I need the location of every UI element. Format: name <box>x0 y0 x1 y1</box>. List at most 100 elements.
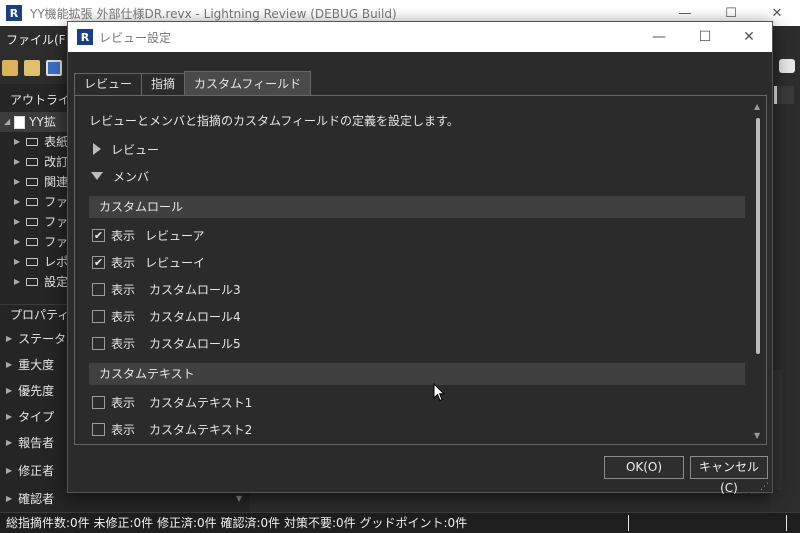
show-checkbox[interactable] <box>92 309 105 323</box>
comment-icon[interactable] <box>779 59 795 73</box>
expand-triangle-icon[interactable]: ▶ <box>6 460 12 482</box>
expand-triangle-icon[interactable]: ▶ <box>14 152 20 172</box>
check-icon: ✔ <box>93 228 104 242</box>
resize-grip-icon[interactable]: ⋰ <box>760 482 770 492</box>
tree-item[interactable]: ▶ ファ <box>14 192 68 212</box>
tree-item[interactable]: ▶ 表紙 <box>14 132 68 152</box>
page-icon <box>26 178 39 186</box>
show-label: 表示 <box>111 422 136 437</box>
tree-item-label: 表紙 <box>44 135 69 149</box>
dialog-titlebar: R レビュー設定 — ☐ ✕ <box>68 22 772 52</box>
expand-triangle-icon[interactable]: ▶ <box>6 432 12 454</box>
expander-members[interactable]: メンバ <box>91 166 149 186</box>
expand-triangle-icon[interactable]: ▶ <box>14 132 20 152</box>
show-label: 表示 <box>111 336 136 351</box>
dialog-close-button[interactable]: ✕ <box>726 22 772 52</box>
expand-triangle-icon[interactable]: ▶ <box>6 380 12 402</box>
custom-text-row[interactable]: 表示 カスタムテキスト1 <box>92 392 252 412</box>
property-item[interactable]: ▶ タイプ <box>6 406 54 428</box>
section-custom-text: カスタムテキスト <box>89 363 745 385</box>
save-icon[interactable] <box>46 60 62 76</box>
tree-item[interactable]: ▶ ファ <box>14 232 68 252</box>
expand-triangle-icon[interactable]: ▶ <box>6 328 12 350</box>
expand-triangle-icon[interactable]: ▶ <box>6 354 12 376</box>
property-item[interactable]: ▶ 報告者 <box>6 432 54 454</box>
status-bar: 総指摘件数:0件 未修正:0件 修正済:0件 確認済:0件 対策不要:0件 グッ… <box>0 512 800 533</box>
show-checkbox[interactable] <box>92 422 105 436</box>
page-icon <box>26 238 39 246</box>
cancel-button[interactable]: キャンセル(C) <box>690 456 768 495</box>
custom-role-row[interactable]: ✔ 表示 レビューア <box>92 225 205 245</box>
expand-triangle-icon[interactable]: ▶ <box>14 192 20 212</box>
tab-issues[interactable]: 指摘 <box>141 73 186 95</box>
scroll-down-icon[interactable]: ▼ <box>236 494 242 503</box>
dialog-logo-icon: R <box>77 29 93 45</box>
expand-triangle-icon[interactable]: ▶ <box>14 272 20 292</box>
new-document-icon[interactable] <box>2 60 18 76</box>
dialog-minimize-button[interactable]: — <box>636 22 682 52</box>
section-custom-roles: カスタムロール <box>89 196 745 218</box>
tree-item-label: レポ <box>44 255 69 269</box>
collapsed-triangle-icon[interactable] <box>93 143 101 155</box>
vertical-scrollbar[interactable]: ▲ ▼ <box>752 102 764 440</box>
tree-item[interactable]: ▶ 改訂 <box>14 152 68 172</box>
app-logo-icon: R <box>6 5 22 21</box>
property-label: 確認者 <box>18 492 55 506</box>
expanded-triangle-icon[interactable] <box>91 172 103 180</box>
page-icon <box>26 278 39 286</box>
right-scroll-track[interactable] <box>772 370 782 490</box>
show-checkbox[interactable] <box>92 336 105 350</box>
expand-triangle-icon[interactable]: ▶ <box>14 232 20 252</box>
show-label: 表示 <box>111 228 136 243</box>
text-field-name: カスタムテキスト1 <box>149 395 253 410</box>
property-label: 重大度 <box>18 358 55 372</box>
scroll-up-icon[interactable]: ▲ <box>754 102 760 111</box>
custom-role-row[interactable]: 表示 カスタムロール5 <box>92 333 241 353</box>
custom-text-row[interactable]: 表示 カスタムテキスト2 <box>92 419 252 439</box>
open-folder-icon[interactable] <box>24 60 40 76</box>
show-checkbox[interactable]: ✔ <box>92 255 105 269</box>
tab-review[interactable]: レビュー <box>74 73 143 95</box>
role-name: カスタムロール4 <box>149 309 241 324</box>
page-icon <box>26 258 39 266</box>
expand-triangle-icon[interactable]: ▶ <box>6 488 12 510</box>
expand-triangle-icon[interactable]: ▶ <box>14 212 20 232</box>
ok-button[interactable]: OK(O) <box>604 456 684 479</box>
scroll-down-icon[interactable]: ▼ <box>754 431 760 440</box>
property-item[interactable]: ▶ 重大度 <box>6 354 54 376</box>
tree-item[interactable]: ▶ 設定 <box>14 272 68 292</box>
show-label: 表示 <box>111 255 136 270</box>
review-settings-dialog: R レビュー設定 — ☐ ✕ レビュー 指摘 カスタムフィールド レビューとメン… <box>67 21 773 495</box>
tree-item-label: ファ <box>44 235 69 249</box>
tab-custom-fields[interactable]: カスタムフィールド <box>184 71 312 95</box>
property-item[interactable]: ▶ 確認者 <box>6 488 54 510</box>
expand-triangle-icon[interactable]: ▶ <box>14 172 20 192</box>
custom-role-row[interactable]: 表示 カスタムロール3 <box>92 279 241 299</box>
status-separator <box>628 515 629 531</box>
menu-file[interactable]: ファイル(F) <box>0 31 76 48</box>
property-item[interactable]: ▶ 優先度 <box>6 380 54 402</box>
scroll-thumb[interactable] <box>756 118 760 354</box>
role-name: レビューイ <box>145 255 206 270</box>
tree-item[interactable]: ▶ ファ <box>14 212 68 232</box>
tree-item[interactable]: ▶ 関連 <box>14 172 68 192</box>
role-name: カスタムロール5 <box>149 336 241 351</box>
dialog-maximize-button[interactable]: ☐ <box>682 22 728 52</box>
expand-triangle-icon[interactable]: ▶ <box>14 252 20 272</box>
panel-toggle-icon[interactable] <box>774 86 794 104</box>
tree-item[interactable]: ▶ レポ <box>14 252 68 272</box>
show-checkbox[interactable]: ✔ <box>92 228 105 242</box>
mouse-cursor-icon <box>433 383 445 402</box>
custom-role-row[interactable]: 表示 カスタムロール4 <box>92 306 241 326</box>
custom-role-row[interactable]: ✔ 表示 レビューイ <box>92 252 205 272</box>
expander-review[interactable]: レビュー <box>93 139 159 159</box>
property-item[interactable]: ▶ 修正者 <box>6 460 54 482</box>
page-icon <box>26 138 39 146</box>
property-label: 優先度 <box>18 384 55 398</box>
collapse-triangle-icon[interactable]: ◢ <box>4 112 10 132</box>
show-checkbox[interactable] <box>92 282 105 296</box>
tree-item-label: ファ <box>44 215 69 229</box>
main-window-title: YY機能拡張 外部仕様DR.revx - Lightning Review (D… <box>30 6 397 21</box>
show-checkbox[interactable] <box>92 395 105 409</box>
expand-triangle-icon[interactable]: ▶ <box>6 406 12 428</box>
